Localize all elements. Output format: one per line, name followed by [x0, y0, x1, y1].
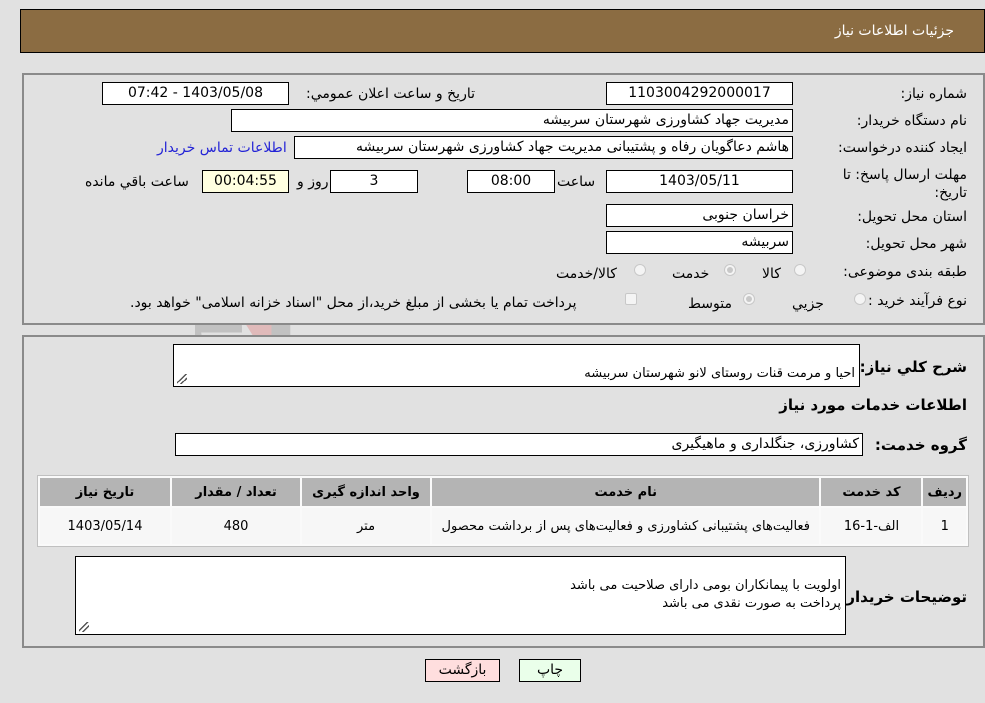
- print-button[interactable]: چاپ: [519, 659, 581, 682]
- category-option-goods-service: کالا/خدمت: [556, 266, 617, 282]
- requester-field: هاشم دعاگویان رفاه و پشتیبانی مدیریت جها…: [294, 136, 793, 159]
- cell-unit: متر: [302, 508, 430, 544]
- col-row-number: ردیف: [923, 478, 966, 506]
- col-need-date: تاریخ نیاز: [40, 478, 170, 506]
- cell-quantity: 480: [172, 508, 300, 544]
- category-option-service: خدمت: [672, 266, 710, 282]
- purchase-option-medium: متوسط: [688, 296, 732, 312]
- announce-datetime-field: 1403/05/08 - 07:42: [102, 82, 289, 105]
- table-header-row: ردیف کد خدمت نام خدمت واحد اندازه گیری ت…: [40, 478, 966, 506]
- description-label: شرح کلي نیاز:: [859, 358, 967, 376]
- cell-row-number: 1: [923, 508, 966, 544]
- city-label: شهر محل تحویل:: [865, 236, 967, 252]
- page-header: جزئیات اطلاعات نیاز: [20, 9, 985, 53]
- buyer-contact-link[interactable]: اطلاعات تماس خریدار: [157, 140, 287, 156]
- purchase-option-minor: جزیي: [792, 296, 824, 312]
- cell-service-name: فعالیت‌های پشتیبانی کشاورزی و فعالیت‌های…: [432, 508, 820, 544]
- category-label: طبقه بندی موضوعی:: [843, 264, 967, 280]
- services-section-title: اطلاعات خدمات مورد نیاز: [779, 396, 967, 414]
- category-option-goods: کالا: [762, 266, 781, 282]
- buyer-notes-text: اولویت با پیمانکاران بومی دارای صلاحیت م…: [570, 578, 841, 611]
- service-group-label: گروه خدمت:: [874, 436, 967, 454]
- need-number-label: شماره نیاز:: [900, 86, 968, 102]
- deadline-days-label: روز و: [297, 174, 329, 190]
- purchase-radio-medium[interactable]: [743, 293, 755, 305]
- deadline-label: مهلت ارسال پاسخ: تا تاریخ:: [842, 167, 967, 201]
- buyer-org-field: مدیریت جهاد کشاورزی شهرستان سربیشه: [231, 109, 793, 132]
- announce-datetime-label: تاریخ و ساعت اعلان عمومي:: [306, 86, 475, 102]
- description-text: احیا و مرمت قنات روستای لانو شهرستان سرب…: [584, 366, 855, 381]
- purchase-radio-minor[interactable]: [854, 293, 866, 305]
- category-radio-goods-service[interactable]: [634, 264, 646, 276]
- treasury-checkbox[interactable]: [625, 293, 637, 305]
- service-group-field: کشاورزی، جنگلداری و ماهیگیری: [175, 433, 863, 456]
- province-label: استان محل تحویل:: [857, 209, 967, 225]
- col-service-name: نام خدمت: [432, 478, 820, 506]
- page-title: جزئیات اطلاعات نیاز: [834, 23, 954, 39]
- province-field: خراسان جنوبی: [606, 204, 793, 227]
- resize-handle-icon[interactable]: [177, 374, 187, 384]
- deadline-days-field: 3: [330, 170, 418, 193]
- requester-label: ایجاد کننده درخواست:: [838, 140, 967, 156]
- services-table: ردیف کد خدمت نام خدمت واحد اندازه گیری ت…: [37, 475, 969, 547]
- buyer-org-label: نام دستگاه خریدار:: [856, 113, 967, 129]
- table-row: 1 الف-1-16 فعالیت‌های پشتیبانی کشاورزی و…: [40, 508, 966, 544]
- cell-need-date: 1403/05/14: [40, 508, 170, 544]
- remaining-time-label: ساعت باقي مانده: [85, 174, 189, 190]
- treasury-note: پرداخت تمام یا بخشی از مبلغ خرید،از محل …: [130, 295, 577, 311]
- back-button[interactable]: بازگشت: [425, 659, 500, 682]
- deadline-date-field: 1403/05/11: [606, 170, 793, 193]
- deadline-time-label: ساعت: [557, 174, 596, 190]
- col-service-code: کد خدمت: [821, 478, 922, 506]
- col-quantity: تعداد / مقدار: [172, 478, 300, 506]
- cell-service-code: الف-1-16: [821, 508, 922, 544]
- buyer-notes-label: توضیحات خریدار:: [840, 588, 967, 606]
- remaining-time-field: 00:04:55: [202, 170, 289, 193]
- purchase-type-label: نوع فرآیند خرید :: [868, 293, 967, 309]
- resize-handle-icon[interactable]: [79, 622, 89, 632]
- category-radio-service[interactable]: [724, 264, 736, 276]
- buyer-notes-textarea[interactable]: اولویت با پیمانکاران بومی دارای صلاحیت م…: [75, 556, 846, 635]
- deadline-time-field: 08:00: [467, 170, 555, 193]
- need-number-field: 1103004292000017: [606, 82, 793, 105]
- col-unit: واحد اندازه گیری: [302, 478, 430, 506]
- city-field: سربیشه: [606, 231, 793, 254]
- category-radio-goods[interactable]: [794, 264, 806, 276]
- description-textarea[interactable]: احیا و مرمت قنات روستای لانو شهرستان سرب…: [173, 344, 860, 387]
